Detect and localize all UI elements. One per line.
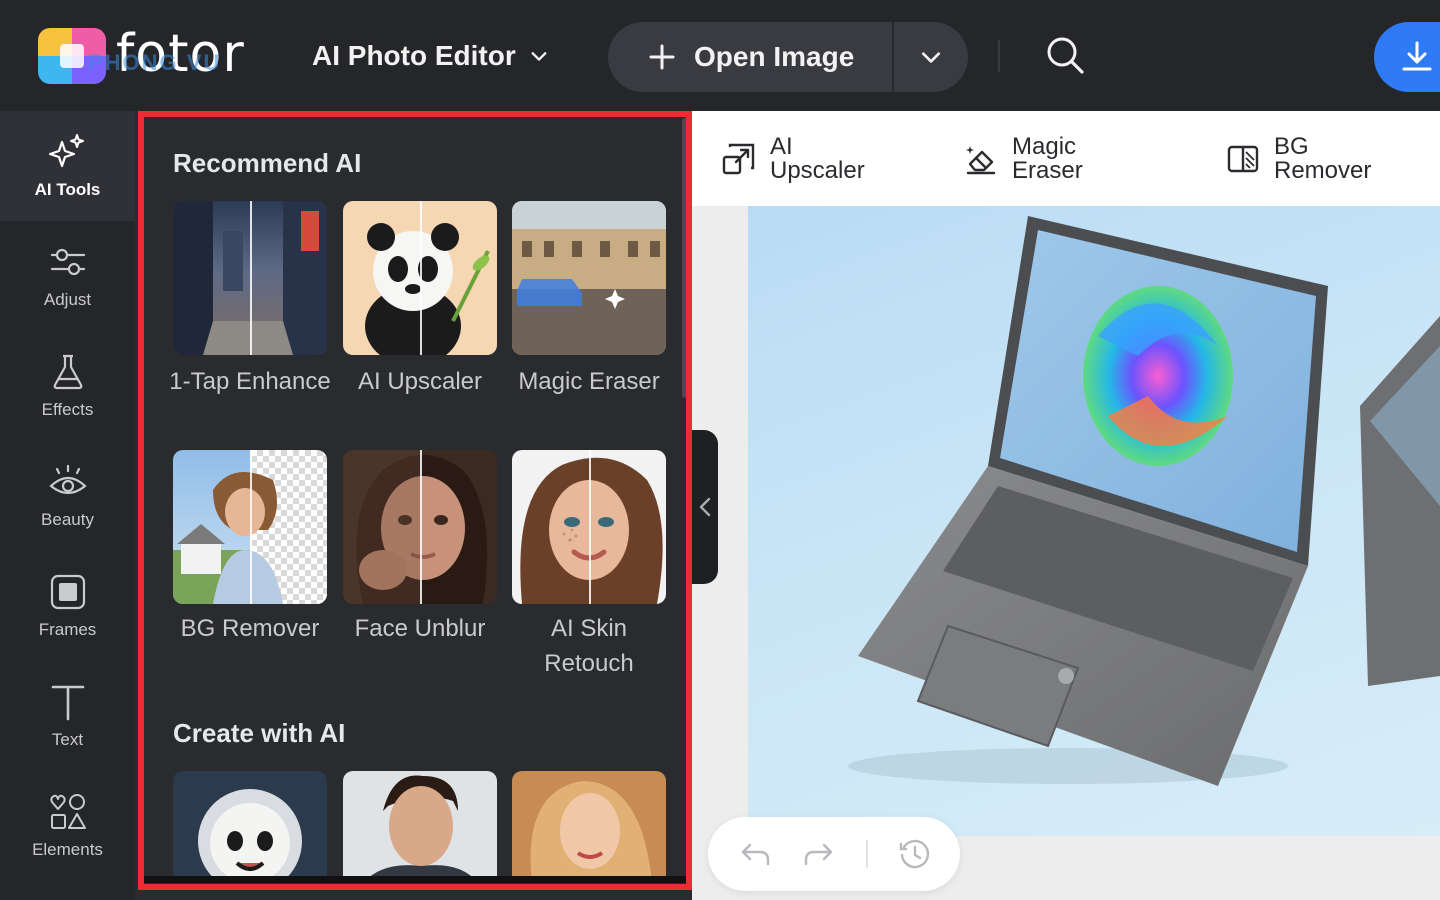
create-with-ai-title: Create with AI — [173, 718, 346, 748]
fotor-logo[interactable]: fotor PHONG VU — [38, 24, 258, 88]
rail-item-label: Frames — [38, 620, 97, 639]
open-image-button[interactable]: Open Image — [608, 22, 894, 92]
recommend-ai-title: Recommend AI — [173, 148, 362, 178]
flask-icon — [53, 354, 82, 390]
upscale-icon — [722, 143, 755, 175]
text-icon — [51, 685, 84, 721]
download-button[interactable] — [1374, 22, 1440, 92]
tool-label-ai-skin-retouch: AI Skin Retouch — [544, 615, 634, 677]
rail-item-label: Adjust — [43, 290, 92, 309]
chevron-down-icon — [531, 52, 547, 61]
rail-item-adjust[interactable]: Adjust — [0, 221, 135, 331]
open-image-group: Open Image — [608, 22, 968, 92]
quick-tool-magic-eraser[interactable]: Magic Eraser — [964, 131, 1083, 187]
rail-item-label: Beauty — [41, 510, 94, 529]
quick-tool-label-line2: Upscaler — [770, 157, 865, 184]
woman-portrait-thumbnail — [530, 781, 652, 883]
watermark-text: PHONG VU — [88, 50, 222, 75]
canvas-photo[interactable] — [748, 206, 1440, 836]
eraser-icon — [966, 146, 996, 175]
tool-ai-upscaler[interactable] — [343, 201, 497, 355]
tool-magic-eraser[interactable] — [512, 201, 666, 355]
rail-item-beauty[interactable]: Beauty — [0, 441, 135, 551]
create-tile-astronaut-panda[interactable] — [173, 771, 327, 883]
quick-tool-bg-remover[interactable]: BG Remover — [1226, 131, 1371, 187]
quick-tool-label-line1: Magic — [1012, 133, 1077, 160]
tool-1-tap-enhance[interactable] — [173, 201, 327, 355]
rail-item-label: AI Tools — [34, 180, 101, 199]
toolbar-divider — [998, 40, 1000, 72]
tool-face-unblur[interactable] — [343, 450, 497, 604]
quick-tools-bar: AI Upscaler Magic Eraser BG Remover — [692, 111, 1440, 206]
shapes-icon — [49, 794, 86, 829]
building-thumbnail — [512, 201, 666, 355]
astronaut-panda-thumbnail — [198, 789, 302, 883]
editor-switch-dropdown[interactable]: AI Photo Editor — [312, 38, 548, 74]
search-icon[interactable] — [1044, 34, 1086, 76]
history-clock-icon[interactable] — [898, 837, 932, 871]
top-bar: fotor PHONG VU AI Photo Editor Open Imag… — [0, 0, 1440, 111]
tool-label-ai-upscaler: AI Upscaler — [357, 368, 483, 395]
plus-icon — [649, 44, 675, 70]
download-icon — [1402, 41, 1432, 71]
quick-tool-ai-upscaler[interactable]: AI Upscaler — [722, 131, 865, 187]
sliders-icon — [50, 248, 85, 276]
rail-item-elements[interactable]: Elements — [0, 771, 135, 881]
quick-tool-label: Magic Eraser — [1012, 135, 1083, 183]
history-controls — [708, 817, 960, 891]
create-tile-woman-portrait[interactable] — [512, 771, 666, 883]
history-divider — [866, 840, 868, 868]
redo-icon[interactable] — [802, 837, 836, 871]
rail-item-text[interactable]: Text — [0, 661, 135, 771]
frame-icon — [50, 574, 85, 610]
quick-tool-label-line1: AI — [770, 133, 793, 160]
editor-switch-label: AI Photo Editor — [312, 40, 516, 71]
tool-ai-skin-retouch[interactable] — [512, 450, 666, 604]
tool-bg-remover[interactable] — [173, 450, 327, 604]
tool-label-face-unblur: Face Unblur — [354, 615, 486, 642]
rail-item-effects[interactable]: Effects — [0, 331, 135, 441]
quick-tool-label: AI Upscaler — [770, 135, 865, 183]
quick-tool-label: BG Remover — [1274, 135, 1371, 183]
panel-bottom-edge — [144, 876, 686, 883]
rail-item-label: Effects — [41, 400, 94, 419]
panel-scrollbar[interactable] — [682, 118, 688, 398]
rail-item-label: Text — [51, 730, 84, 749]
create-tile-man-portrait[interactable] — [343, 771, 497, 883]
tool-label-magic-eraser: Magic Eraser — [518, 368, 660, 395]
open-image-dropdown-button[interactable] — [894, 22, 968, 92]
sparkle-icon — [48, 134, 84, 168]
laptop-image — [848, 216, 1440, 786]
rail-item-ai-tools[interactable]: AI Tools — [0, 111, 135, 221]
quick-tool-label-line2: Eraser — [1012, 157, 1083, 184]
man-portrait-thumbnail — [363, 775, 478, 883]
rail-item-label: Elements — [32, 840, 103, 859]
collapse-panel-button[interactable] — [692, 430, 718, 584]
open-image-label: Open Image — [694, 41, 855, 72]
eye-icon — [48, 464, 87, 495]
quick-tool-label-line1: BG — [1274, 133, 1309, 160]
undo-icon[interactable] — [738, 837, 772, 871]
bg-remove-icon — [1227, 145, 1259, 173]
tool-label-1-tap-enhance: 1-Tap Enhance — [169, 368, 331, 395]
left-tool-rail: AI Tools Adjust Effects Beauty Frames Te… — [0, 111, 135, 900]
chevron-down-icon — [921, 52, 941, 63]
chevron-left-icon — [699, 497, 711, 517]
quick-tool-label-line2: Remover — [1274, 157, 1372, 184]
tool-label-bg-remover: BG Remover — [180, 615, 320, 642]
rail-item-frames[interactable]: Frames — [0, 551, 135, 661]
